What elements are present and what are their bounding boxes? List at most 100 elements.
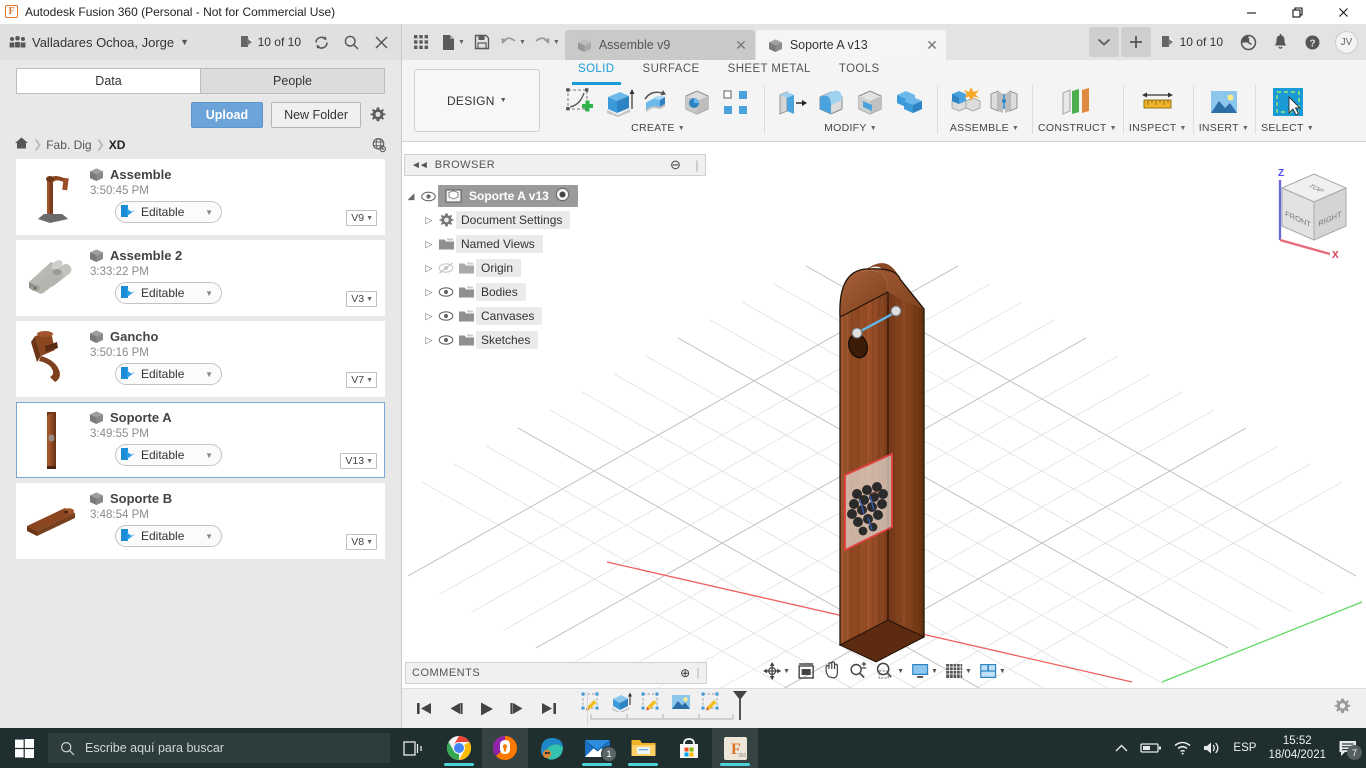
search-icon[interactable] xyxy=(337,29,365,55)
create-sketch-icon[interactable] xyxy=(562,84,598,120)
notifications-icon[interactable]: 7 xyxy=(1338,739,1362,760)
globe-icon[interactable] xyxy=(371,137,387,153)
avast-browser-icon[interactable] xyxy=(482,728,528,768)
list-item[interactable]: Soporte B 3:48:54 PM Editable ▼ V8 ▼ xyxy=(16,483,385,559)
workspace-selector[interactable]: DESIGN ▼ xyxy=(414,69,540,132)
new-tab-icon[interactable] xyxy=(1120,27,1151,57)
clock[interactable]: 15:52 18/04/2021 xyxy=(1268,734,1326,762)
maximize-button[interactable] xyxy=(1274,0,1320,24)
tree-node-document-settings[interactable]: ▷ Document Settings xyxy=(404,208,704,232)
ribbon-tab-sheet-metal[interactable]: SHEET METAL xyxy=(714,60,825,82)
ribbon-tab-tools[interactable]: TOOLS xyxy=(825,60,894,82)
editable-dropdown[interactable]: Editable ▼ xyxy=(115,363,222,385)
radio-selected-icon[interactable] xyxy=(555,187,570,205)
joint-icon[interactable] xyxy=(986,84,1022,120)
add-comment-icon[interactable]: ⊕ xyxy=(680,666,691,680)
timeline-sketch-feature-3[interactable] xyxy=(699,691,723,713)
view-cube[interactable]: Z X TOP FRONT RIGHT xyxy=(1258,162,1354,262)
volume-icon[interactable] xyxy=(1203,741,1221,755)
step-forward-icon[interactable] xyxy=(509,701,526,716)
editable-dropdown[interactable]: Editable ▼ xyxy=(115,525,222,547)
new-component-icon[interactable] xyxy=(947,84,983,120)
microsoft-store-icon[interactable] xyxy=(666,728,712,768)
close-panel-icon[interactable] xyxy=(367,29,395,55)
timeline-sketch-feature-2[interactable] xyxy=(639,691,663,713)
zoom-window-icon[interactable]: ▼ xyxy=(872,661,906,681)
step-back-icon[interactable] xyxy=(447,701,464,716)
job-status[interactable]: 10 of 10 xyxy=(240,35,301,49)
version-badge[interactable]: V7 ▼ xyxy=(346,372,377,388)
expand-arrow-icon[interactable]: ▷ xyxy=(422,335,436,346)
viewports-layout-icon[interactable]: ▼ xyxy=(976,662,1008,680)
gear-icon[interactable] xyxy=(369,106,387,124)
avatar[interactable]: JV xyxy=(1335,30,1358,54)
model-soporte-a[interactable] xyxy=(838,263,926,663)
eye-icon[interactable] xyxy=(436,310,456,322)
construct-plane-icon[interactable] xyxy=(1059,84,1095,120)
minimize-panel-icon[interactable]: ⊖ xyxy=(670,157,681,173)
save-icon[interactable] xyxy=(469,27,495,57)
list-item-selected[interactable]: Soporte A 3:49:55 PM Editable ▼ V13 ▼ xyxy=(16,402,385,478)
chevron-down-icon[interactable]: ▼ xyxy=(553,39,560,46)
fusion360-icon[interactable]: F 360 xyxy=(712,728,758,768)
chevron-down-icon[interactable]: ▼ xyxy=(519,39,526,46)
eye-hidden-icon[interactable] xyxy=(436,262,456,274)
edge-icon[interactable] xyxy=(528,728,574,768)
close-icon[interactable]: ✕ xyxy=(912,38,938,52)
show-hidden-icons-chevron-icon[interactable] xyxy=(1115,744,1128,753)
pan-icon[interactable] xyxy=(820,661,844,681)
eye-icon[interactable] xyxy=(418,191,438,202)
ribbon-group-label[interactable]: MODIFY ▼ xyxy=(824,122,877,134)
home-icon[interactable] xyxy=(14,136,29,153)
version-badge[interactable]: V3 ▼ xyxy=(346,291,377,307)
extrude-icon[interactable] xyxy=(601,84,637,120)
help-icon[interactable]: ? xyxy=(1297,27,1327,57)
timeline-sketch-feature[interactable] xyxy=(579,691,603,713)
timeline-extrude-feature[interactable] xyxy=(609,691,633,713)
version-badge[interactable]: V9 ▼ xyxy=(346,210,377,226)
grid-snap-icon[interactable]: ▼ xyxy=(942,662,974,680)
tab-people[interactable]: People xyxy=(200,68,385,94)
expand-arrow-icon[interactable]: ▷ xyxy=(422,263,436,274)
editable-dropdown[interactable]: Editable ▼ xyxy=(115,444,222,466)
tree-node-named-views[interactable]: ▷ Named Views xyxy=(404,232,704,256)
document-tab-soporte-a[interactable]: Soporte A v13 ✕ xyxy=(755,30,946,60)
app-grid-icon[interactable] xyxy=(408,27,434,57)
expand-arrow-icon[interactable]: ▷ xyxy=(422,215,436,226)
tree-node-bodies[interactable]: ▷ Bodies xyxy=(404,280,704,304)
upload-button[interactable]: Upload xyxy=(190,102,264,128)
timeline-settings-gear-icon[interactable] xyxy=(1333,697,1352,721)
orbit-icon[interactable]: ▼ xyxy=(760,661,792,681)
file-explorer-icon[interactable] xyxy=(620,728,666,768)
expand-arrow-icon[interactable]: ▷ xyxy=(422,311,436,322)
go-to-end-icon[interactable] xyxy=(540,701,557,716)
editable-dropdown[interactable]: Editable ▼ xyxy=(115,201,222,223)
breadcrumb-item-0[interactable]: Fab. Dig xyxy=(46,138,91,152)
start-button[interactable] xyxy=(0,728,48,768)
tree-node-canvases[interactable]: ▷ Canvases xyxy=(404,304,704,328)
version-badge[interactable]: V8 ▼ xyxy=(346,534,377,550)
ribbon-tab-surface[interactable]: SURFACE xyxy=(629,60,714,82)
ribbon-group-label[interactable]: INSPECT ▼ xyxy=(1129,122,1187,134)
select-tool-icon[interactable] xyxy=(1270,84,1306,120)
refresh-icon[interactable] xyxy=(307,29,335,55)
chrome-icon[interactable] xyxy=(436,728,482,768)
editable-dropdown[interactable]: Editable ▼ xyxy=(115,282,222,304)
resize-grip[interactable]: | xyxy=(695,158,699,172)
list-item[interactable]: Assemble 3:50:45 PM Editable ▼ V9 ▼ xyxy=(16,159,385,235)
list-item[interactable]: Gancho 3:50:16 PM Editable ▼ V7 ▼ xyxy=(16,321,385,397)
collapse-icon[interactable]: ◄◄ xyxy=(411,160,429,171)
insert-canvas-icon[interactable] xyxy=(1206,84,1242,120)
hole-icon[interactable] xyxy=(679,84,715,120)
wifi-icon[interactable] xyxy=(1174,741,1191,755)
comments-panel[interactable]: COMMENTS ⊕ | xyxy=(405,662,707,684)
job-status[interactable]: 10 of 10 xyxy=(1153,35,1231,49)
list-item[interactable]: Assemble 2 3:33:22 PM Editable ▼ V3 ▼ xyxy=(16,240,385,316)
ribbon-group-label[interactable]: SELECT ▼ xyxy=(1261,122,1314,134)
expand-arrow-icon[interactable]: ◢ xyxy=(404,191,418,202)
rectangular-pattern-icon[interactable] xyxy=(718,84,754,120)
ribbon-group-label[interactable]: ASSEMBLE ▼ xyxy=(950,122,1019,134)
battery-icon[interactable] xyxy=(1140,742,1162,754)
timeline-canvas-feature[interactable] xyxy=(669,691,693,713)
measure-icon[interactable] xyxy=(1140,84,1176,120)
